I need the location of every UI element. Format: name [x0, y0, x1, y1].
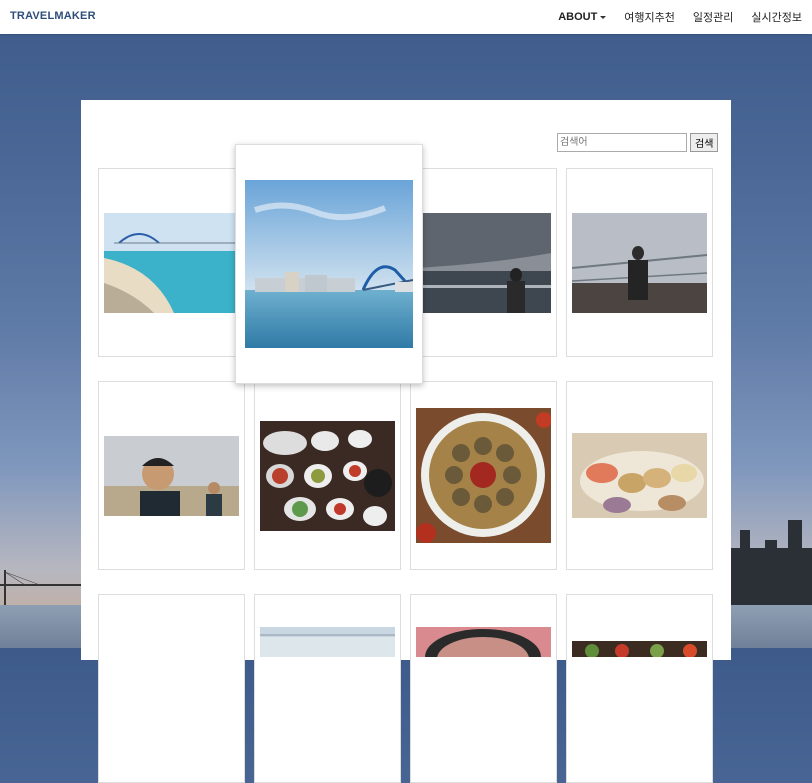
shore-photo	[260, 627, 395, 657]
gallery-card[interactable]	[98, 168, 245, 357]
pier-person-photo	[572, 212, 707, 313]
dumpling-photo	[416, 408, 551, 543]
harbor-bridge-photo	[245, 180, 413, 348]
seaside-person-photo	[416, 212, 551, 313]
nav-recommend[interactable]: 여행지추천	[624, 9, 675, 25]
gallery-card[interactable]	[254, 594, 401, 783]
bridge-silhouette	[0, 570, 90, 610]
search-button[interactable]: 검색	[690, 133, 719, 152]
gallery-card[interactable]	[410, 381, 557, 570]
nav-about-dropdown[interactable]: ABOUT	[558, 11, 607, 23]
gallery-card[interactable]	[566, 594, 713, 783]
selfie-photo	[104, 435, 239, 516]
gallery-card[interactable]	[254, 381, 401, 570]
vegetable-dish-photo	[572, 641, 707, 657]
closeup-photo	[416, 627, 551, 657]
gallery-card[interactable]	[98, 594, 245, 783]
nav-realtime[interactable]: 실시간정보	[751, 9, 802, 25]
top-navbar: TRAVELMAKER ABOUT 여행지추천 일정관리 실시간정보	[0, 0, 812, 34]
gallery-card[interactable]	[410, 168, 557, 357]
brand-logo-link[interactable]: TRAVELMAKER	[10, 10, 96, 22]
main-nav: ABOUT 여행지추천 일정관리 실시간정보	[558, 0, 802, 34]
gallery-card[interactable]	[410, 594, 557, 783]
gallery-card[interactable]	[566, 381, 713, 570]
seafood-platter-photo	[572, 433, 707, 518]
search-bar: 검색	[557, 133, 719, 152]
nav-schedule[interactable]: 일정관리	[693, 9, 733, 25]
nav-about-label: ABOUT	[558, 11, 598, 23]
gallery-card[interactable]	[566, 168, 713, 357]
beach-photo	[104, 212, 239, 313]
korean-meal-photo	[260, 420, 395, 531]
search-input[interactable]	[557, 133, 687, 152]
caret-down-icon	[600, 15, 607, 19]
enlarged-photo-card[interactable]	[235, 144, 423, 384]
gallery-card[interactable]	[98, 381, 245, 570]
